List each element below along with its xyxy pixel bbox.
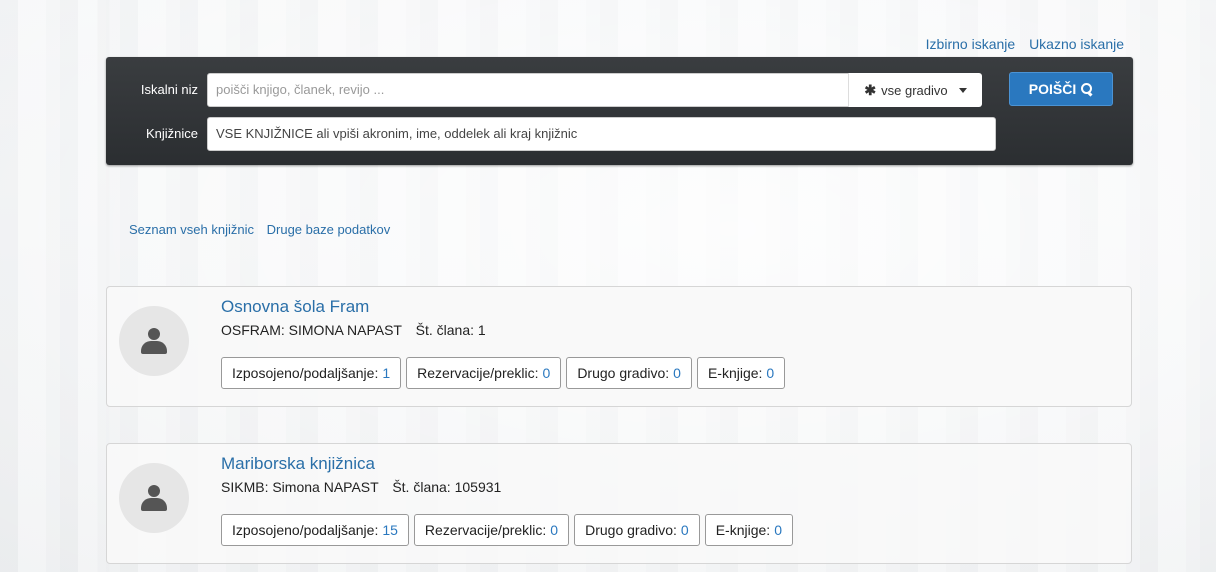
loans-button[interactable]: Izposojeno/podaljšanje: 1 <box>221 357 402 389</box>
member-info: SIKMB: Simona NAPAST Št. člana: 105931 <box>221 479 501 495</box>
page-content: Izbirno iskanje Ukazno iskanje Iskalni n… <box>0 0 1216 572</box>
other-material-count: 0 <box>673 365 681 381</box>
member-info: OSFRAM: SIMONA NAPAST Št. člana: 1 <box>221 322 486 338</box>
other-material-button[interactable]: Drugo gradivo: 0 <box>566 357 692 389</box>
top-links: Izbirno iskanje Ukazno iskanje <box>916 36 1124 52</box>
search-input-placeholder: poišči knjigo, članek, revijo ... <box>216 82 385 97</box>
member-number-label: Št. člana: <box>415 322 475 338</box>
material-select-value: vse gradivo <box>881 82 948 98</box>
command-search-link[interactable]: Ukazno iskanje <box>1029 36 1124 52</box>
search-panel: Iskalni niz poišči knjigo, članek, revij… <box>106 57 1133 165</box>
secondary-links: Seznam vseh knjižnic Druge baze podatkov <box>129 222 399 237</box>
asterisk-icon: ✱ <box>864 81 877 98</box>
search-icon <box>1081 83 1093 95</box>
member-number: 105931 <box>454 479 502 495</box>
other-databases-link[interactable]: Druge baze podatkov <box>267 222 391 237</box>
member-name: OSFRAM: SIMONA NAPAST <box>221 322 402 338</box>
other-material-button[interactable]: Drugo gradivo: 0 <box>574 514 700 546</box>
search-button[interactable]: POIŠČI <box>1009 72 1113 106</box>
search-button-label: POIŠČI <box>1028 81 1077 97</box>
libraries-label: Knjižnice <box>145 126 198 141</box>
loans-count: 1 <box>382 365 391 381</box>
reservations-button[interactable]: Rezervacije/preklic: 0 <box>406 357 562 389</box>
member-name: SIKMB: Simona NAPAST <box>221 479 379 495</box>
material-select[interactable]: ✱ vse gradivo <box>848 73 982 107</box>
search-input[interactable]: poišči knjigo, članek, revijo ... <box>207 73 852 107</box>
member-number: 1 <box>477 322 486 338</box>
user-icon <box>148 328 160 340</box>
reservations-count: 0 <box>550 522 559 538</box>
selective-search-link[interactable]: Izbirno iskanje <box>926 36 1016 52</box>
ebooks-button[interactable]: E-knjige: 0 <box>704 514 793 546</box>
library-name-link[interactable]: Osnovna šola Fram <box>221 297 369 317</box>
library-name-link[interactable]: Mariborska knjižnica <box>221 454 375 474</box>
reservations-count: 0 <box>542 365 551 381</box>
all-libraries-link[interactable]: Seznam vseh knjižnic <box>129 222 254 237</box>
ebooks-button[interactable]: E-knjige: 0 <box>696 357 786 389</box>
other-material-count: 0 <box>680 522 689 538</box>
query-label: Iskalni niz <box>140 82 198 97</box>
library-card: Mariborska knjižnica SIKMB: Simona NAPAS… <box>106 443 1132 564</box>
user-icon <box>148 485 160 497</box>
stats-row: Izposojeno/podaljšanje: 1 Rezervacije/pre… <box>221 357 786 389</box>
chevron-down-icon <box>958 87 967 93</box>
loans-count: 15 <box>382 522 398 538</box>
avatar <box>119 306 189 376</box>
avatar <box>119 463 189 533</box>
libraries-input[interactable]: VSE KNJIŽNICE ali vpiši akronim, ime, od… <box>207 117 996 151</box>
reservations-button[interactable]: Rezervacije/preklic: 0 <box>413 514 570 546</box>
member-number-label: Št. člana: <box>392 479 451 495</box>
loans-button[interactable]: Izposojeno/podaljšanje: 15 <box>221 514 409 546</box>
ebooks-count: 0 <box>774 522 782 538</box>
library-card: Osnovna šola Fram OSFRAM: SIMONA NAPAST … <box>106 286 1132 407</box>
libraries-input-value: VSE KNJIŽNICE ali vpiši akronim, ime, od… <box>216 126 578 141</box>
stats-row: Izposojeno/podaljšanje: 15 Rezervacije/pr… <box>221 514 793 546</box>
ebooks-count: 0 <box>766 365 775 381</box>
